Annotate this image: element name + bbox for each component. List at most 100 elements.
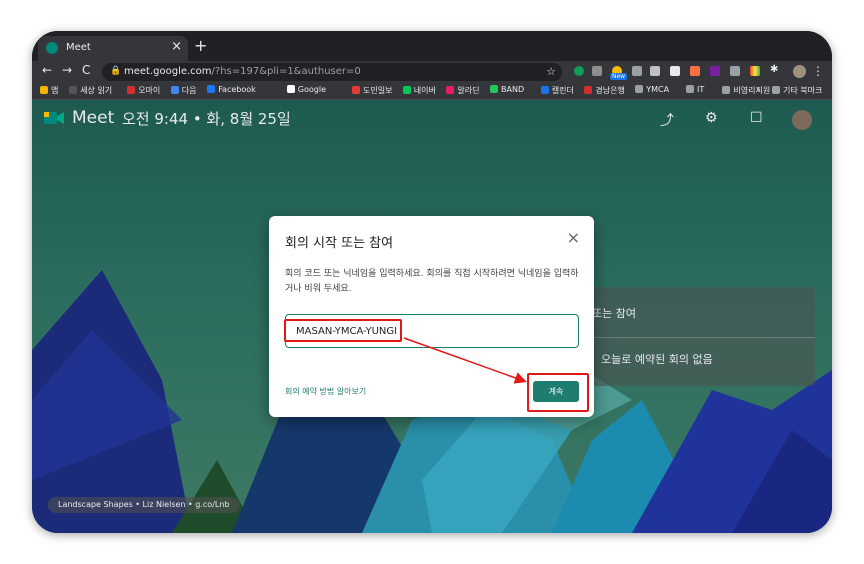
bookmark-item[interactable]: 오마이: [127, 85, 160, 96]
bookmark-label: 도민일보: [363, 86, 393, 95]
bookmark-label: Facebook: [218, 85, 256, 94]
bookmark-label: 알라딘: [457, 86, 480, 95]
bookmark-label: 네이버: [413, 86, 436, 95]
dialog-title: 회의 시작 또는 참여: [285, 236, 394, 251]
tab-title: Meet: [66, 42, 91, 53]
bookmark-favicon-icon: [772, 86, 780, 94]
bookmark-label: 오마이: [138, 86, 161, 95]
profile-avatar[interactable]: [792, 110, 812, 130]
browser-toolbar: ← → C 🔒 meet.google.com/?hs=197&pli=1&au…: [32, 61, 832, 83]
bookmark-favicon-icon: [207, 85, 216, 93]
forward-icon[interactable]: →: [62, 63, 72, 77]
bookmark-favicon-icon: [540, 86, 549, 94]
bookmark-label: 다음: [181, 86, 197, 95]
bookmark-item[interactable]: »: [756, 85, 761, 94]
schedule-help-link[interactable]: 회의 예약 방법 알아보기: [285, 386, 366, 397]
join-meeting-card: 또는 참여 오늘로 예약된 회의 없음: [577, 287, 815, 386]
bookmark-label: 기타 북마크: [783, 86, 823, 95]
extension-icon-4[interactable]: [632, 66, 642, 76]
bookmark-label: 세상 읽기: [80, 86, 113, 95]
bookmark-label: BAND: [501, 85, 525, 94]
extension-icon-8[interactable]: [710, 66, 720, 76]
bookmark-item[interactable]: 다음: [170, 85, 197, 96]
extension-icon-10[interactable]: [750, 66, 760, 76]
extension-icon-2[interactable]: [592, 66, 602, 76]
lock-icon: 🔒: [110, 66, 122, 76]
url-text: meet.google.com/?hs=197&pli=1&authuser=0: [124, 66, 361, 77]
new-tab-button[interactable]: +: [194, 36, 207, 55]
back-icon[interactable]: ←: [42, 63, 52, 77]
bookmark-favicon-icon: [686, 85, 694, 93]
trend-icon[interactable]: ⤴: [660, 110, 674, 130]
lightbulb-extension-icon[interactable]: [650, 66, 660, 76]
bookmark-label: 앱: [51, 86, 59, 95]
puzzle-extensions-icon[interactable]: ✱: [770, 64, 780, 75]
bookmark-item[interactable]: 앱: [40, 85, 58, 96]
bookmark-label: 비영리지원: [733, 86, 771, 95]
bookmark-favicon-icon: [40, 86, 48, 94]
bookmark-favicon-icon: [69, 86, 78, 94]
bookmark-favicon-icon: [402, 86, 411, 94]
bookmark-item[interactable]: 경남은행: [584, 85, 625, 96]
browser-profile-avatar[interactable]: [793, 65, 806, 78]
bookmark-label: Google: [297, 85, 327, 94]
dialog-description: 회의 코드 또는 닉네임을 입력하세요. 회의를 직접 시작하려면 닉네임을 입…: [285, 269, 579, 294]
extension-icon-6[interactable]: [670, 66, 680, 76]
bookmark-label: »: [756, 85, 761, 94]
bookmark-item[interactable]: Facebook: [207, 85, 256, 94]
extension-icon-9[interactable]: [730, 66, 740, 76]
bookmark-favicon-icon: [127, 86, 136, 94]
bookmark-item[interactable]: IT: [686, 85, 704, 94]
bookmark-item[interactable]: Google: [286, 85, 327, 94]
extension-icon-7[interactable]: [690, 66, 700, 76]
bookmark-item[interactable]: 도민일보: [352, 85, 392, 96]
tab-meet[interactable]: Meet ×: [38, 36, 188, 61]
bookmark-item[interactable]: 알라딘: [446, 85, 479, 96]
meeting-code-field[interactable]: [285, 314, 579, 348]
bookmark-label: 경남은행: [595, 86, 625, 95]
settings-gear-icon[interactable]: ⚙: [705, 110, 718, 126]
bookmark-favicon-icon: [635, 85, 644, 93]
bookmark-favicon-icon: [490, 85, 498, 93]
meet-datetime: 오전 9:44 • 화, 8월 25일: [122, 110, 291, 128]
bookmark-item[interactable]: 캘린더: [540, 85, 574, 96]
bookmark-item[interactable]: BAND: [490, 85, 524, 94]
bookmark-item[interactable]: 비영리지원: [722, 85, 770, 96]
feedback-icon[interactable]: ☐: [750, 110, 763, 126]
bookmark-item[interactable]: YMCA: [635, 85, 669, 94]
bookmark-star-icon[interactable]: ☆: [546, 65, 556, 78]
card-divider: [577, 337, 815, 338]
new-badge: New: [610, 73, 628, 80]
meeting-code-input[interactable]: [294, 321, 568, 341]
continue-button[interactable]: 계속: [533, 381, 579, 402]
reload-icon[interactable]: C: [82, 63, 90, 77]
bookmark-label: 캘린더: [551, 86, 574, 95]
bookmark-favicon-icon: [286, 85, 295, 93]
bookmark-label: IT: [697, 85, 705, 94]
no-meetings-text: 오늘로 예약된 회의 없음: [601, 353, 713, 366]
join-card-title[interactable]: 또는 참여: [592, 305, 636, 321]
bookmark-item[interactable]: 네이버: [402, 85, 436, 96]
bookmark-favicon-icon: [584, 86, 593, 94]
browser-menu-icon[interactable]: ⋮: [812, 64, 824, 78]
meet-page: Meet 오전 9:44 • 화, 8월 25일 ⤴ ⚙ ☐ 또는 참여 오늘로…: [32, 100, 832, 533]
bookmark-favicon-icon: [722, 86, 731, 94]
background-attribution[interactable]: Landscape Shapes • Liz Nielsen • g.co/Ln…: [48, 497, 240, 513]
meet-favicon-icon: [46, 42, 58, 54]
bookmark-favicon-icon: [352, 86, 360, 94]
browser-window: Meet × + ← → C 🔒 meet.google.com/?hs=197…: [32, 31, 832, 533]
bookmark-item[interactable]: 기타 북마크: [772, 85, 822, 96]
meet-title: Meet: [72, 108, 115, 128]
address-bar[interactable]: 🔒 meet.google.com/?hs=197&pli=1&authuser…: [102, 63, 562, 81]
bookmark-favicon-icon: [446, 86, 455, 94]
bookmark-item[interactable]: 세상 읽기: [69, 85, 112, 96]
tab-strip: Meet × +: [32, 31, 832, 61]
evernote-extension-icon[interactable]: [574, 66, 584, 76]
meet-logo-icon: [44, 112, 64, 124]
bookmark-label: YMCA: [646, 85, 670, 94]
bookmarks-bar: 앱 세상 읽기 오마이 다음 Facebook Google 도민일보 네이버 알라딘 BAND 캘…: [32, 83, 832, 100]
bookmark-favicon-icon: [170, 86, 179, 94]
dialog-close-icon[interactable]: ×: [567, 228, 580, 247]
tab-close-icon[interactable]: ×: [171, 39, 182, 54]
start-or-join-dialog: 회의 시작 또는 참여 × 회의 코드 또는 닉네임을 입력하세요. 회의를 직…: [269, 216, 594, 417]
